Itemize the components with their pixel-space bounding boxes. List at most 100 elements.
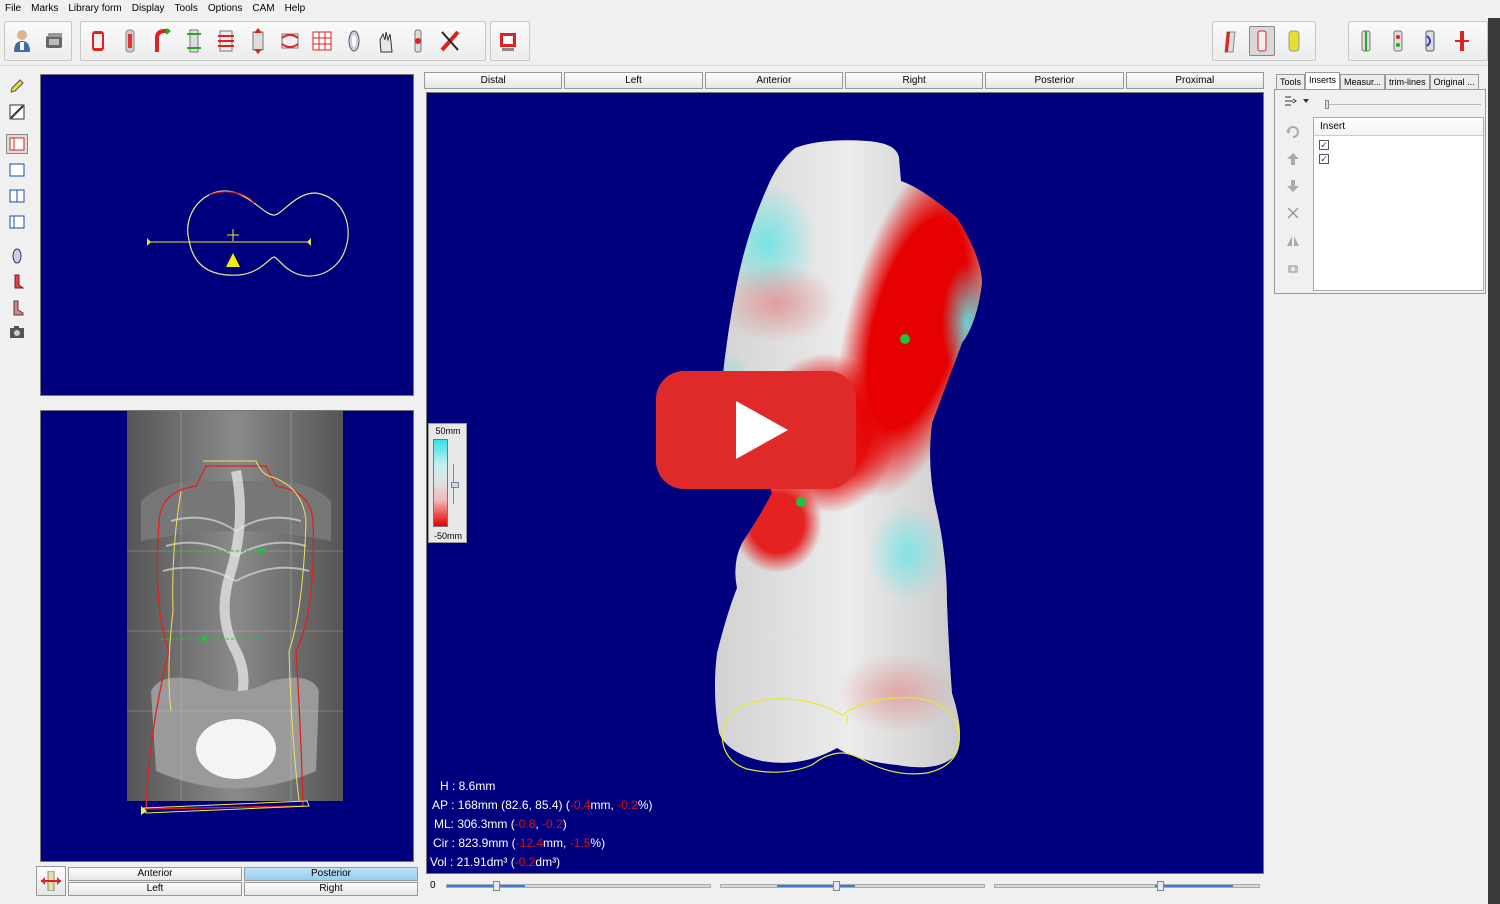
marks-icon-1: [1361, 30, 1371, 52]
mirror-button[interactable]: [36, 866, 66, 896]
slider-2-thumb[interactable]: [833, 881, 840, 891]
insert-checkbox-2[interactable]: ✓: [1319, 154, 1329, 164]
ribs-icon: [218, 30, 234, 52]
vol-end: dm³): [535, 855, 561, 869]
bend-button[interactable]: [149, 26, 175, 56]
left-tool-foot[interactable]: [6, 298, 28, 318]
cross-section-outline: [147, 190, 349, 277]
insert-settings-button[interactable]: [1284, 260, 1302, 278]
ruler-icon: [9, 104, 25, 120]
menu-cam[interactable]: CAM: [247, 0, 279, 18]
layout-side-icon: [9, 215, 25, 229]
blend-button[interactable]: [277, 26, 303, 56]
tab-trim-lines[interactable]: trim-lines: [1385, 74, 1430, 90]
tab-right[interactable]: Right: [844, 72, 984, 89]
delete-button[interactable]: [1284, 204, 1302, 222]
menu-marks[interactable]: Marks: [26, 0, 63, 18]
move-down-button[interactable]: [1284, 177, 1302, 195]
scanner-button[interactable]: [41, 26, 67, 56]
menu-display[interactable]: Display: [127, 0, 170, 18]
side-view-button[interactable]: [1249, 26, 1275, 56]
marks-button-3[interactable]: [1417, 26, 1443, 56]
xray-right-button[interactable]: Right: [244, 882, 418, 896]
cylinder-red-button[interactable]: [85, 26, 111, 56]
section-viewport[interactable]: [40, 74, 414, 396]
xray-viewport[interactable]: [40, 410, 414, 862]
marks-button-1[interactable]: [1353, 26, 1379, 56]
tab-measurements[interactable]: Measur...: [1340, 74, 1386, 90]
lens-icon: [348, 30, 360, 52]
layout-single-button[interactable]: [6, 160, 28, 180]
slider-1-thumb[interactable]: [493, 881, 500, 891]
menu-file[interactable]: File: [0, 0, 26, 18]
insert-slider-thumb[interactable]: [1325, 100, 1329, 109]
tab-original[interactable]: Original ...: [1429, 74, 1479, 90]
tab-inserts[interactable]: Inserts: [1305, 72, 1341, 90]
arrow-down-icon: [1287, 180, 1299, 192]
tab-anterior[interactable]: Anterior: [704, 72, 843, 89]
xray-left-button[interactable]: Left: [68, 882, 242, 896]
scale-slider-thumb[interactable]: [451, 482, 459, 488]
play-icon: [656, 371, 856, 489]
measure-button[interactable]: [437, 26, 463, 56]
stretch-button[interactable]: [245, 26, 271, 56]
ribs-button[interactable]: [213, 26, 239, 56]
export-button[interactable]: [495, 26, 521, 56]
solid-view-button[interactable]: [1281, 26, 1307, 56]
vol-delta: -0.2: [514, 855, 536, 869]
left-tool-lens[interactable]: [6, 246, 28, 266]
slider-3[interactable]: [994, 881, 1260, 891]
xray-posterior-button[interactable]: Posterior: [244, 867, 418, 881]
front-view-icon: [1224, 31, 1236, 53]
tab-proximal[interactable]: Proximal: [1125, 72, 1264, 89]
measure-icon: [440, 30, 460, 52]
lens-small-icon: [12, 248, 22, 264]
front-view-button[interactable]: [1217, 26, 1243, 56]
menu-options[interactable]: Options: [203, 0, 247, 18]
slider-1-fill: [447, 885, 525, 887]
tab-posterior[interactable]: Posterior: [985, 72, 1124, 89]
ml-delta-2: -0.2: [542, 817, 563, 831]
tab-left[interactable]: Left: [564, 72, 703, 89]
camera-button[interactable]: [6, 322, 28, 342]
cylinder-tall-button[interactable]: [117, 26, 143, 56]
slider-3-thumb[interactable]: [1157, 881, 1164, 891]
lens-button[interactable]: [341, 26, 367, 56]
menu-bar: File Marks Library form Display Tools Op…: [0, 0, 1500, 18]
insert-checkbox-1[interactable]: ✓: [1319, 140, 1329, 150]
insert-type-dropdown[interactable]: [1283, 92, 1311, 110]
slider-1[interactable]: [446, 881, 711, 891]
move-up-button[interactable]: [1284, 150, 1302, 168]
tab-distal[interactable]: Distal: [424, 72, 563, 89]
layout-split-button[interactable]: [6, 186, 28, 206]
grid-button[interactable]: [309, 26, 335, 56]
mark-button[interactable]: [405, 26, 431, 56]
xray-anterior-button[interactable]: Anterior: [68, 867, 242, 881]
left-tool-leg[interactable]: [6, 272, 28, 292]
mirror-insert-button[interactable]: [1284, 232, 1302, 250]
bend-icon: [155, 28, 171, 52]
menu-help[interactable]: Help: [280, 0, 311, 18]
rotate-button[interactable]: [1284, 123, 1302, 141]
toolbar-group-marks: [1348, 21, 1488, 61]
menu-library-form[interactable]: Library form: [63, 0, 126, 18]
layout-side-button[interactable]: [6, 212, 28, 232]
video-play-button[interactable]: [656, 371, 856, 489]
layout-4view-button[interactable]: [6, 134, 28, 154]
marks-icon-3: [1425, 30, 1435, 52]
left-tool-2[interactable]: [6, 102, 28, 122]
marks-button-2[interactable]: [1385, 26, 1411, 56]
main-toolbar: [0, 18, 1500, 66]
cir-end: %): [590, 836, 606, 850]
column-button[interactable]: [181, 26, 207, 56]
insert-slider[interactable]: [1325, 100, 1481, 109]
marks-button-4[interactable]: [1449, 26, 1475, 56]
left-toolbar: [0, 70, 34, 904]
left-tool-1[interactable]: [6, 76, 28, 96]
slider-2[interactable]: [720, 881, 985, 891]
patient-button[interactable]: [9, 26, 35, 56]
tab-tools[interactable]: Tools: [1276, 74, 1306, 90]
close-icon: [1287, 207, 1299, 219]
hand-button[interactable]: [373, 26, 399, 56]
menu-tools[interactable]: Tools: [170, 0, 203, 18]
